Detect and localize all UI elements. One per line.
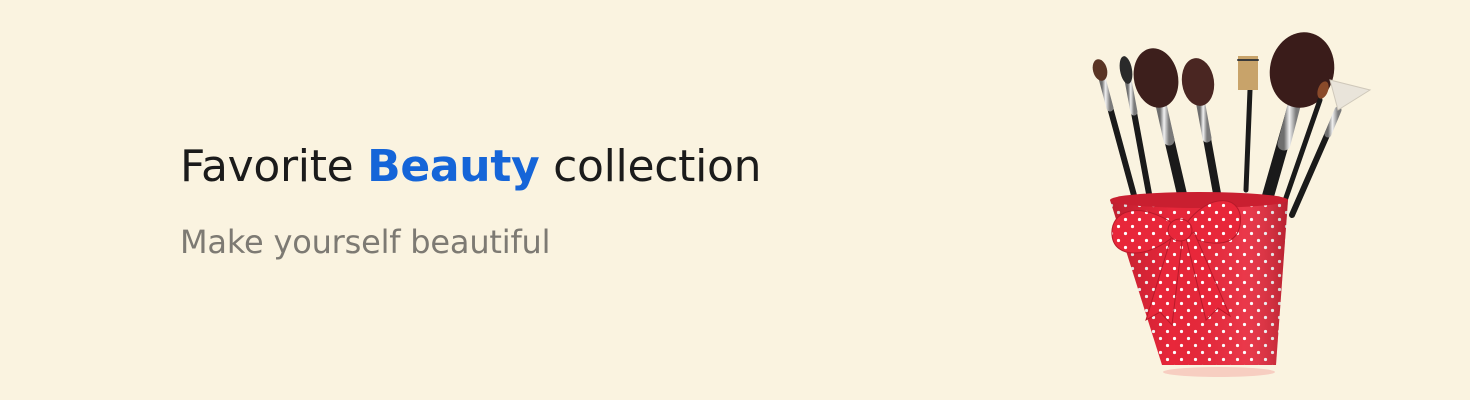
banner-title: Favorite Beauty collection <box>180 138 762 196</box>
title-highlight: Beauty <box>367 141 540 192</box>
brush-group <box>1092 32 1372 225</box>
title-text-start: Favorite <box>180 141 368 192</box>
makeup-brushes-image <box>1092 32 1372 377</box>
title-text-end: collection <box>539 141 762 192</box>
hero-banner: Favorite Beauty collection Make yourself… <box>0 0 1470 400</box>
banner-subtitle: Make yourself beautiful <box>180 223 551 261</box>
